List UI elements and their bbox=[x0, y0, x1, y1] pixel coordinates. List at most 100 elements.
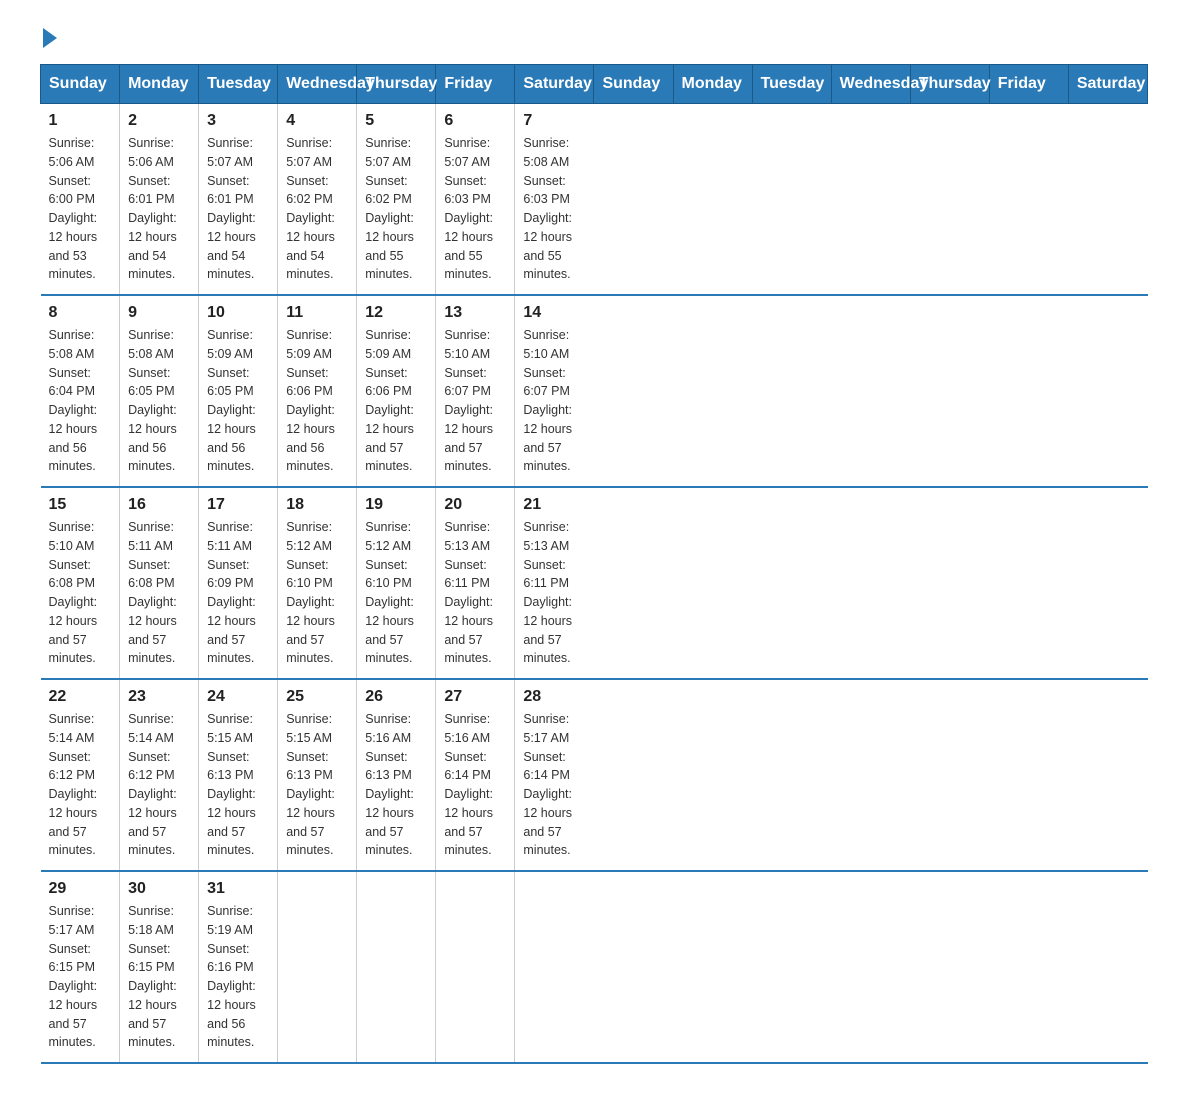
day-number: 7 bbox=[523, 112, 586, 130]
calendar-cell bbox=[436, 871, 515, 1063]
day-info: Sunrise: 5:09 AM Sunset: 6:05 PM Dayligh… bbox=[207, 326, 269, 476]
day-number: 31 bbox=[207, 880, 269, 898]
day-number: 21 bbox=[523, 496, 586, 514]
day-number: 15 bbox=[49, 496, 112, 514]
calendar-week-4: 22 Sunrise: 5:14 AM Sunset: 6:12 PM Dayl… bbox=[41, 679, 1148, 871]
col-header-sunday: Sunday bbox=[41, 65, 120, 104]
calendar-cell: 11 Sunrise: 5:09 AM Sunset: 6:06 PM Dayl… bbox=[278, 295, 357, 487]
calendar-cell: 1 Sunrise: 5:06 AM Sunset: 6:00 PM Dayli… bbox=[41, 104, 120, 296]
day-info: Sunrise: 5:17 AM Sunset: 6:14 PM Dayligh… bbox=[523, 710, 586, 860]
col-header-friday: Friday bbox=[436, 65, 515, 104]
col-header-monday: Monday bbox=[673, 65, 752, 104]
day-number: 20 bbox=[444, 496, 506, 514]
day-number: 2 bbox=[128, 112, 190, 130]
col-header-thursday: Thursday bbox=[357, 65, 436, 104]
day-info: Sunrise: 5:18 AM Sunset: 6:15 PM Dayligh… bbox=[128, 902, 190, 1052]
day-number: 1 bbox=[49, 112, 112, 130]
day-number: 28 bbox=[523, 688, 586, 706]
calendar-week-2: 8 Sunrise: 5:08 AM Sunset: 6:04 PM Dayli… bbox=[41, 295, 1148, 487]
calendar-cell: 24 Sunrise: 5:15 AM Sunset: 6:13 PM Dayl… bbox=[199, 679, 278, 871]
col-header-tuesday: Tuesday bbox=[752, 65, 831, 104]
day-number: 25 bbox=[286, 688, 348, 706]
day-info: Sunrise: 5:19 AM Sunset: 6:16 PM Dayligh… bbox=[207, 902, 269, 1052]
day-info: Sunrise: 5:12 AM Sunset: 6:10 PM Dayligh… bbox=[365, 518, 427, 668]
logo-chevron-icon bbox=[43, 28, 57, 48]
calendar-table: SundayMondayTuesdayWednesdayThursdayFrid… bbox=[40, 64, 1148, 1064]
calendar-cell: 20 Sunrise: 5:13 AM Sunset: 6:11 PM Dayl… bbox=[436, 487, 515, 679]
day-info: Sunrise: 5:11 AM Sunset: 6:09 PM Dayligh… bbox=[207, 518, 269, 668]
calendar-cell: 6 Sunrise: 5:07 AM Sunset: 6:03 PM Dayli… bbox=[436, 104, 515, 296]
day-number: 8 bbox=[49, 304, 112, 322]
col-header-monday: Monday bbox=[120, 65, 199, 104]
col-header-tuesday: Tuesday bbox=[199, 65, 278, 104]
calendar-cell: 7 Sunrise: 5:08 AM Sunset: 6:03 PM Dayli… bbox=[515, 104, 594, 296]
day-info: Sunrise: 5:12 AM Sunset: 6:10 PM Dayligh… bbox=[286, 518, 348, 668]
col-header-saturday: Saturday bbox=[515, 65, 594, 104]
day-number: 27 bbox=[444, 688, 506, 706]
calendar-cell: 22 Sunrise: 5:14 AM Sunset: 6:12 PM Dayl… bbox=[41, 679, 120, 871]
day-number: 12 bbox=[365, 304, 427, 322]
calendar-cell bbox=[278, 871, 357, 1063]
calendar-cell: 2 Sunrise: 5:06 AM Sunset: 6:01 PM Dayli… bbox=[120, 104, 199, 296]
day-number: 13 bbox=[444, 304, 506, 322]
calendar-cell: 31 Sunrise: 5:19 AM Sunset: 6:16 PM Dayl… bbox=[199, 871, 278, 1063]
day-info: Sunrise: 5:16 AM Sunset: 6:13 PM Dayligh… bbox=[365, 710, 427, 860]
day-info: Sunrise: 5:14 AM Sunset: 6:12 PM Dayligh… bbox=[128, 710, 190, 860]
calendar-cell: 8 Sunrise: 5:08 AM Sunset: 6:04 PM Dayli… bbox=[41, 295, 120, 487]
calendar-cell: 19 Sunrise: 5:12 AM Sunset: 6:10 PM Dayl… bbox=[357, 487, 436, 679]
calendar-header-row: SundayMondayTuesdayWednesdayThursdayFrid… bbox=[41, 65, 1148, 104]
calendar-cell: 3 Sunrise: 5:07 AM Sunset: 6:01 PM Dayli… bbox=[199, 104, 278, 296]
day-info: Sunrise: 5:07 AM Sunset: 6:02 PM Dayligh… bbox=[286, 134, 348, 284]
col-header-friday: Friday bbox=[989, 65, 1068, 104]
calendar-cell: 26 Sunrise: 5:16 AM Sunset: 6:13 PM Dayl… bbox=[357, 679, 436, 871]
day-number: 4 bbox=[286, 112, 348, 130]
day-number: 11 bbox=[286, 304, 348, 322]
day-info: Sunrise: 5:07 AM Sunset: 6:03 PM Dayligh… bbox=[444, 134, 506, 284]
day-info: Sunrise: 5:14 AM Sunset: 6:12 PM Dayligh… bbox=[49, 710, 112, 860]
day-info: Sunrise: 5:08 AM Sunset: 6:03 PM Dayligh… bbox=[523, 134, 586, 284]
day-number: 29 bbox=[49, 880, 112, 898]
day-number: 22 bbox=[49, 688, 112, 706]
day-info: Sunrise: 5:15 AM Sunset: 6:13 PM Dayligh… bbox=[286, 710, 348, 860]
day-number: 10 bbox=[207, 304, 269, 322]
calendar-cell: 15 Sunrise: 5:10 AM Sunset: 6:08 PM Dayl… bbox=[41, 487, 120, 679]
day-number: 9 bbox=[128, 304, 190, 322]
calendar-cell: 4 Sunrise: 5:07 AM Sunset: 6:02 PM Dayli… bbox=[278, 104, 357, 296]
calendar-cell: 30 Sunrise: 5:18 AM Sunset: 6:15 PM Dayl… bbox=[120, 871, 199, 1063]
day-info: Sunrise: 5:10 AM Sunset: 6:08 PM Dayligh… bbox=[49, 518, 112, 668]
calendar-cell: 12 Sunrise: 5:09 AM Sunset: 6:06 PM Dayl… bbox=[357, 295, 436, 487]
day-info: Sunrise: 5:08 AM Sunset: 6:05 PM Dayligh… bbox=[128, 326, 190, 476]
day-number: 30 bbox=[128, 880, 190, 898]
calendar-cell: 16 Sunrise: 5:11 AM Sunset: 6:08 PM Dayl… bbox=[120, 487, 199, 679]
day-info: Sunrise: 5:11 AM Sunset: 6:08 PM Dayligh… bbox=[128, 518, 190, 668]
day-number: 16 bbox=[128, 496, 190, 514]
day-number: 26 bbox=[365, 688, 427, 706]
calendar-week-5: 29 Sunrise: 5:17 AM Sunset: 6:15 PM Dayl… bbox=[41, 871, 1148, 1063]
calendar-cell: 14 Sunrise: 5:10 AM Sunset: 6:07 PM Dayl… bbox=[515, 295, 594, 487]
calendar-cell: 17 Sunrise: 5:11 AM Sunset: 6:09 PM Dayl… bbox=[199, 487, 278, 679]
page-header bbox=[40, 30, 1148, 44]
calendar-cell bbox=[515, 871, 594, 1063]
calendar-cell: 29 Sunrise: 5:17 AM Sunset: 6:15 PM Dayl… bbox=[41, 871, 120, 1063]
day-info: Sunrise: 5:13 AM Sunset: 6:11 PM Dayligh… bbox=[444, 518, 506, 668]
day-number: 6 bbox=[444, 112, 506, 130]
day-number: 14 bbox=[523, 304, 586, 322]
day-info: Sunrise: 5:06 AM Sunset: 6:01 PM Dayligh… bbox=[128, 134, 190, 284]
calendar-cell: 27 Sunrise: 5:16 AM Sunset: 6:14 PM Dayl… bbox=[436, 679, 515, 871]
calendar-week-3: 15 Sunrise: 5:10 AM Sunset: 6:08 PM Dayl… bbox=[41, 487, 1148, 679]
calendar-cell: 18 Sunrise: 5:12 AM Sunset: 6:10 PM Dayl… bbox=[278, 487, 357, 679]
day-info: Sunrise: 5:08 AM Sunset: 6:04 PM Dayligh… bbox=[49, 326, 112, 476]
logo bbox=[40, 30, 57, 44]
day-info: Sunrise: 5:17 AM Sunset: 6:15 PM Dayligh… bbox=[49, 902, 112, 1052]
calendar-week-1: 1 Sunrise: 5:06 AM Sunset: 6:00 PM Dayli… bbox=[41, 104, 1148, 296]
calendar-cell: 28 Sunrise: 5:17 AM Sunset: 6:14 PM Dayl… bbox=[515, 679, 594, 871]
col-header-wednesday: Wednesday bbox=[278, 65, 357, 104]
day-number: 23 bbox=[128, 688, 190, 706]
day-info: Sunrise: 5:06 AM Sunset: 6:00 PM Dayligh… bbox=[49, 134, 112, 284]
day-number: 5 bbox=[365, 112, 427, 130]
calendar-cell: 13 Sunrise: 5:10 AM Sunset: 6:07 PM Dayl… bbox=[436, 295, 515, 487]
day-info: Sunrise: 5:13 AM Sunset: 6:11 PM Dayligh… bbox=[523, 518, 586, 668]
calendar-cell bbox=[357, 871, 436, 1063]
day-info: Sunrise: 5:10 AM Sunset: 6:07 PM Dayligh… bbox=[444, 326, 506, 476]
calendar-cell: 5 Sunrise: 5:07 AM Sunset: 6:02 PM Dayli… bbox=[357, 104, 436, 296]
